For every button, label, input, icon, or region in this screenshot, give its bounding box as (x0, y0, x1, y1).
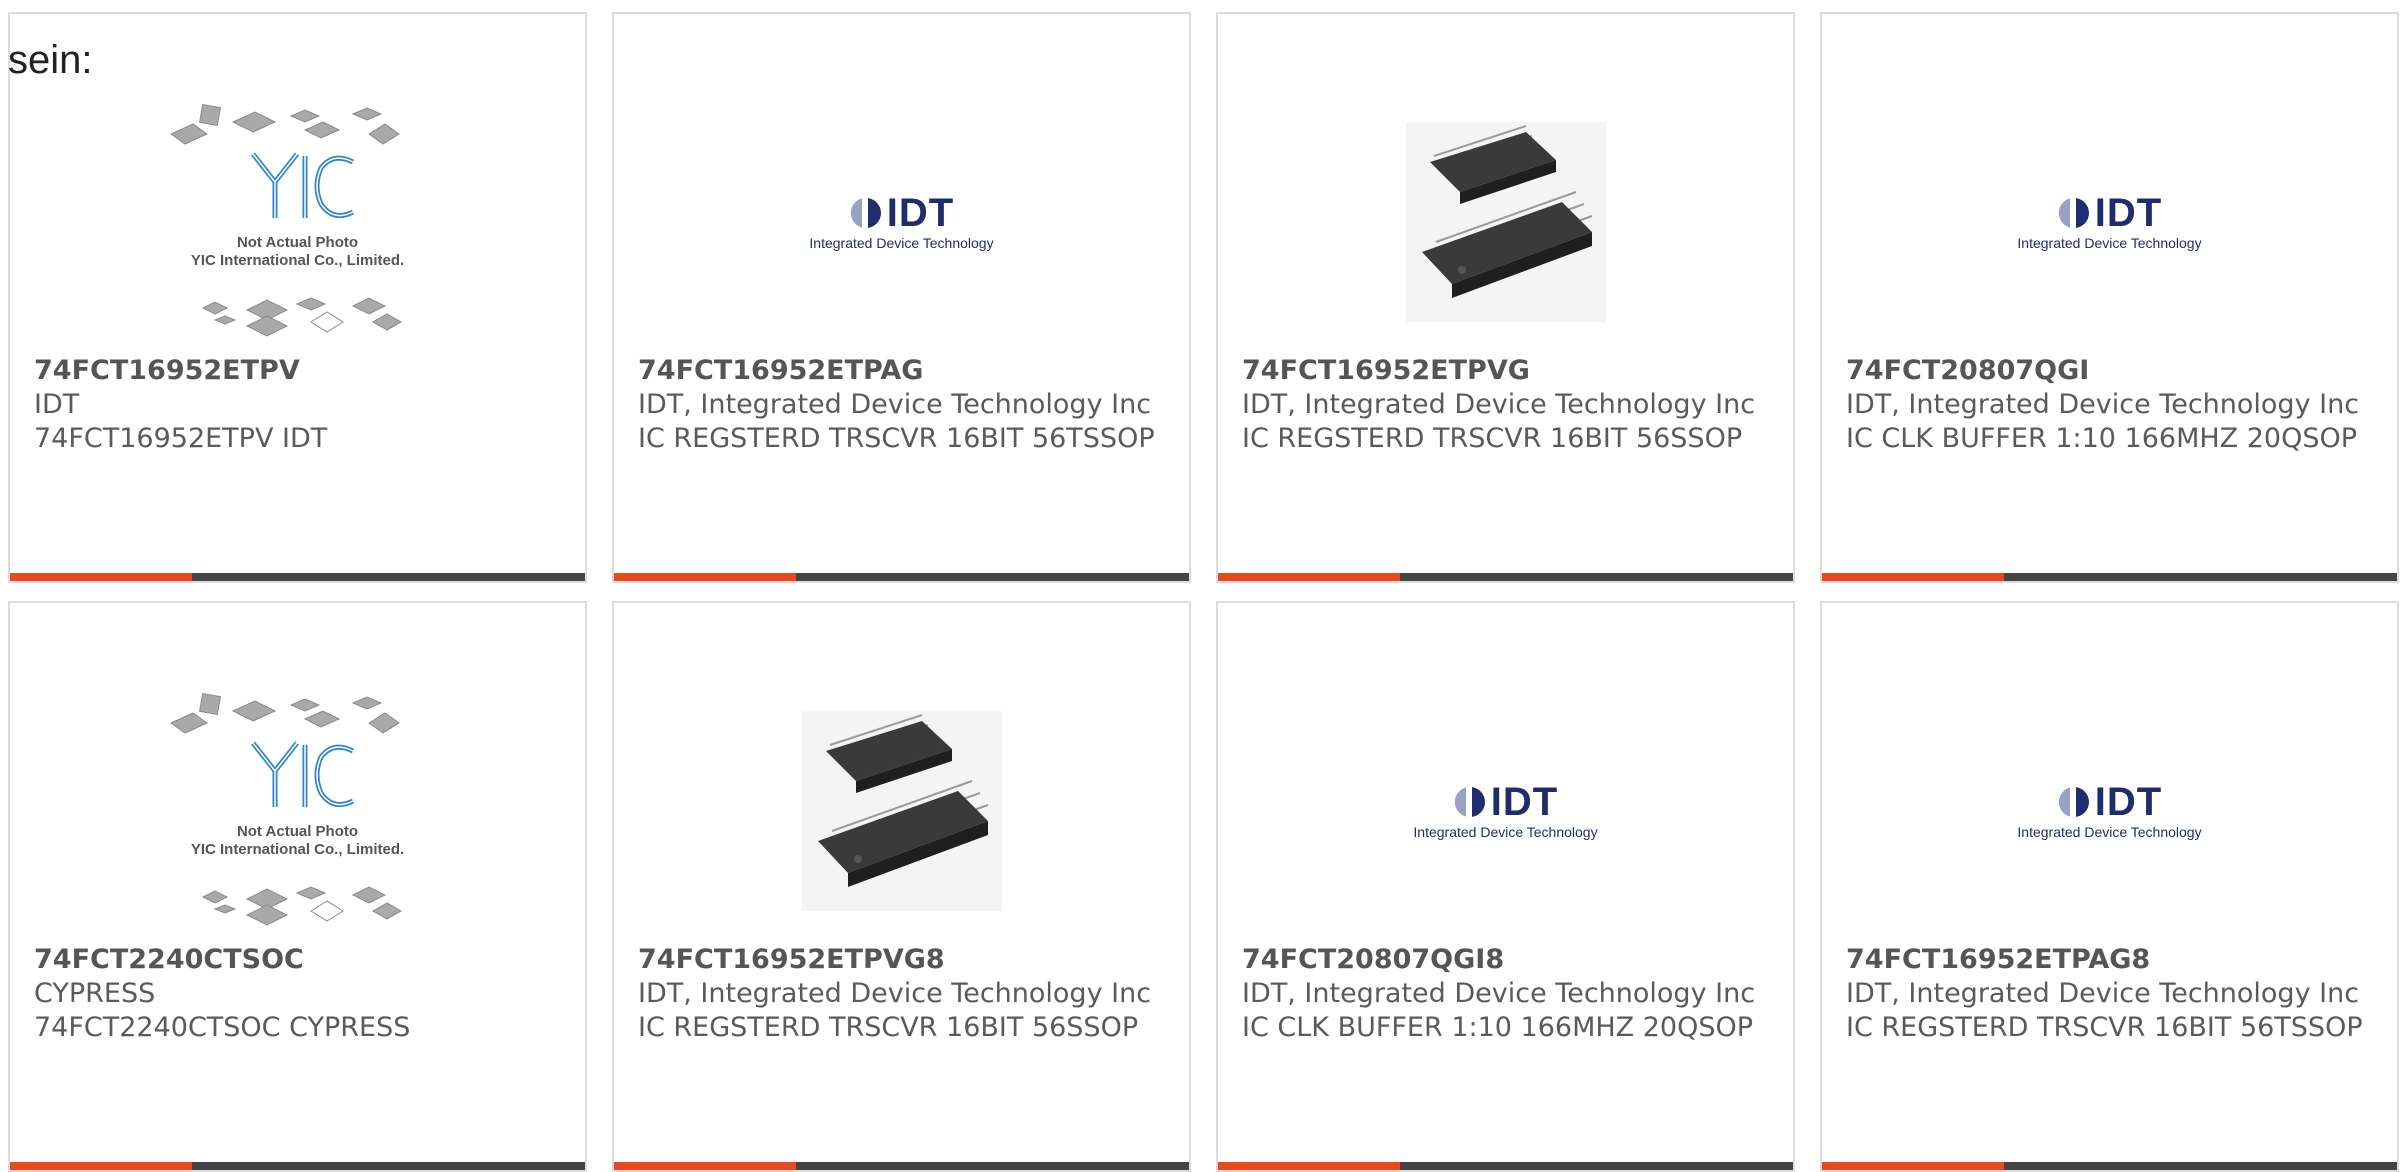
image-caption: Not Actual Photo YIC International Co., … (163, 234, 433, 270)
image-caption: Not Actual Photo YIC International Co., … (163, 823, 433, 859)
part-number[interactable]: 74FCT16952ETPVG (1242, 354, 1769, 388)
product-info: 74FCT2240CTSOC CYPRESS 74FCT2240CTSOC CY… (34, 943, 561, 1045)
part-number[interactable]: 74FCT16952ETPAG (638, 354, 1165, 388)
product-info: 74FCT16952ETPAG8 IDT, Integrated Device … (1846, 943, 2373, 1045)
product-image[interactable]: IDT Integrated Device Technology (1356, 681, 1656, 941)
product-card[interactable]: IDT Integrated Device Technology 74FCT16… (612, 12, 1191, 583)
card-accent-bar (614, 1162, 1189, 1170)
idt-logo-tagline: Integrated Device Technology (809, 235, 994, 251)
part-number[interactable]: 74FCT20807QGI8 (1242, 943, 1769, 977)
idt-logo-icon (850, 198, 881, 228)
description: 74FCT16952ETPV IDT (34, 423, 328, 454)
description: IC REGSTERD TRSCVR 16BIT 56TSSOP (1846, 1012, 2363, 1043)
card-accent-bar (614, 573, 1189, 581)
product-card[interactable]: Not Actual Photo YIC International Co., … (8, 601, 587, 1172)
part-number[interactable]: 74FCT20807QGI (1846, 354, 2373, 388)
card-accent-bar (1218, 573, 1793, 581)
card-accent-bar (10, 1162, 585, 1170)
chip-icons-graphic (169, 103, 402, 337)
product-card[interactable]: IDT Integrated Device Technology 74FCT20… (1216, 601, 1795, 1172)
part-number[interactable]: 74FCT16952ETPVG8 (638, 943, 1165, 977)
product-image[interactable] (752, 681, 1052, 941)
idt-logo-word: IDT (1490, 780, 1559, 824)
manufacturer: IDT, Integrated Device Technology Inc (1846, 978, 2360, 1009)
image-caption-line-1: Not Actual Photo (236, 234, 359, 251)
product-card[interactable]: 74FCT16952ETPVG8 IDT, Integrated Device … (612, 601, 1191, 1172)
product-info: 74FCT16952ETPVG IDT, Integrated Device T… (1242, 354, 1769, 456)
part-number[interactable]: 74FCT16952ETPV (34, 354, 561, 388)
idt-logo: IDT Integrated Device Technology (1413, 782, 1597, 840)
part-number[interactable]: 74FCT16952ETPAG8 (1846, 943, 2373, 977)
product-image[interactable]: IDT Integrated Device Technology (1960, 92, 2260, 352)
product-card[interactable]: IDT Integrated Device Technology 74FCT20… (1820, 12, 2399, 583)
product-info: 74FCT16952ETPV IDT 74FCT16952ETPV IDT (34, 354, 561, 456)
product-image[interactable]: Not Actual Photo YIC International Co., … (148, 681, 448, 941)
product-image[interactable]: IDT Integrated Device Technology (1960, 681, 2260, 941)
idt-logo-word: IDT (886, 191, 955, 235)
idt-logo-icon (1454, 787, 1485, 817)
idt-logo-word: IDT (2094, 780, 2163, 824)
product-card[interactable]: Not Actual Photo YIC International Co., … (8, 12, 587, 583)
card-accent-bar (10, 573, 585, 581)
product-info: 74FCT16952ETPAG IDT, Integrated Device T… (638, 354, 1165, 456)
idt-logo-tagline: Integrated Device Technology (2017, 824, 2202, 840)
idt-logo-icon (2058, 787, 2089, 817)
idt-logo: IDT Integrated Device Technology (2017, 193, 2201, 251)
card-accent-bar (1822, 1162, 2397, 1170)
description: IC REGSTERD TRSCVR 16BIT 56TSSOP (638, 423, 1155, 454)
product-card[interactable]: 74FCT16952ETPVG IDT, Integrated Device T… (1216, 12, 1795, 583)
description: IC CLK BUFFER 1:10 166MHZ 20QSOP (1846, 423, 2358, 454)
description: IC CLK BUFFER 1:10 166MHZ 20QSOP (1242, 1012, 1754, 1043)
manufacturer: IDT, Integrated Device Technology Inc (638, 978, 1152, 1009)
manufacturer: IDT, Integrated Device Technology Inc (638, 389, 1152, 420)
product-info: 74FCT20807QGI8 IDT, Integrated Device Te… (1242, 943, 1769, 1045)
chip-icons-graphic (169, 692, 402, 926)
product-info: 74FCT16952ETPVG8 IDT, Integrated Device … (638, 943, 1165, 1045)
product-image[interactable]: IDT Integrated Device Technology (752, 92, 1052, 352)
description: IC REGSTERD TRSCVR 16BIT 56SSOP (1242, 423, 1743, 454)
part-number[interactable]: 74FCT2240CTSOC (34, 943, 561, 977)
product-info: 74FCT20807QGI IDT, Integrated Device Tec… (1846, 354, 2373, 456)
idt-logo-word: IDT (2094, 191, 2163, 235)
description: 74FCT2240CTSOC CYPRESS (34, 1012, 411, 1043)
image-caption-line-1: Not Actual Photo (236, 823, 359, 840)
manufacturer: IDT (34, 389, 80, 420)
chip-package-photo (1405, 122, 1606, 322)
description: IC REGSTERD TRSCVR 16BIT 56SSOP (638, 1012, 1139, 1043)
idt-logo-tagline: Integrated Device Technology (1413, 824, 1598, 840)
image-caption-line-2: YIC International Co., Limited. (190, 841, 405, 858)
product-grid: Not Actual Photo YIC International Co., … (8, 12, 2399, 1172)
chip-package-photo (801, 711, 1002, 911)
idt-logo: IDT Integrated Device Technology (809, 193, 993, 251)
image-caption-line-2: YIC International Co., Limited. (190, 252, 405, 269)
manufacturer: IDT, Integrated Device Technology Inc (1242, 389, 1756, 420)
yic-placeholder-image: Not Actual Photo YIC International Co., … (163, 691, 433, 931)
lead-text: sein: (8, 38, 93, 82)
product-image[interactable]: Not Actual Photo YIC International Co., … (148, 92, 448, 352)
product-card[interactable]: IDT Integrated Device Technology 74FCT16… (1820, 601, 2399, 1172)
manufacturer: IDT, Integrated Device Technology Inc (1846, 389, 2360, 420)
card-accent-bar (1218, 1162, 1793, 1170)
manufacturer: IDT, Integrated Device Technology Inc (1242, 978, 1756, 1009)
idt-logo-icon (2058, 198, 2089, 228)
product-image[interactable] (1356, 92, 1656, 352)
idt-logo: IDT Integrated Device Technology (2017, 782, 2201, 840)
idt-logo-tagline: Integrated Device Technology (2017, 235, 2202, 251)
manufacturer: CYPRESS (34, 978, 156, 1009)
card-accent-bar (1822, 573, 2397, 581)
yic-placeholder-image: Not Actual Photo YIC International Co., … (163, 102, 433, 342)
